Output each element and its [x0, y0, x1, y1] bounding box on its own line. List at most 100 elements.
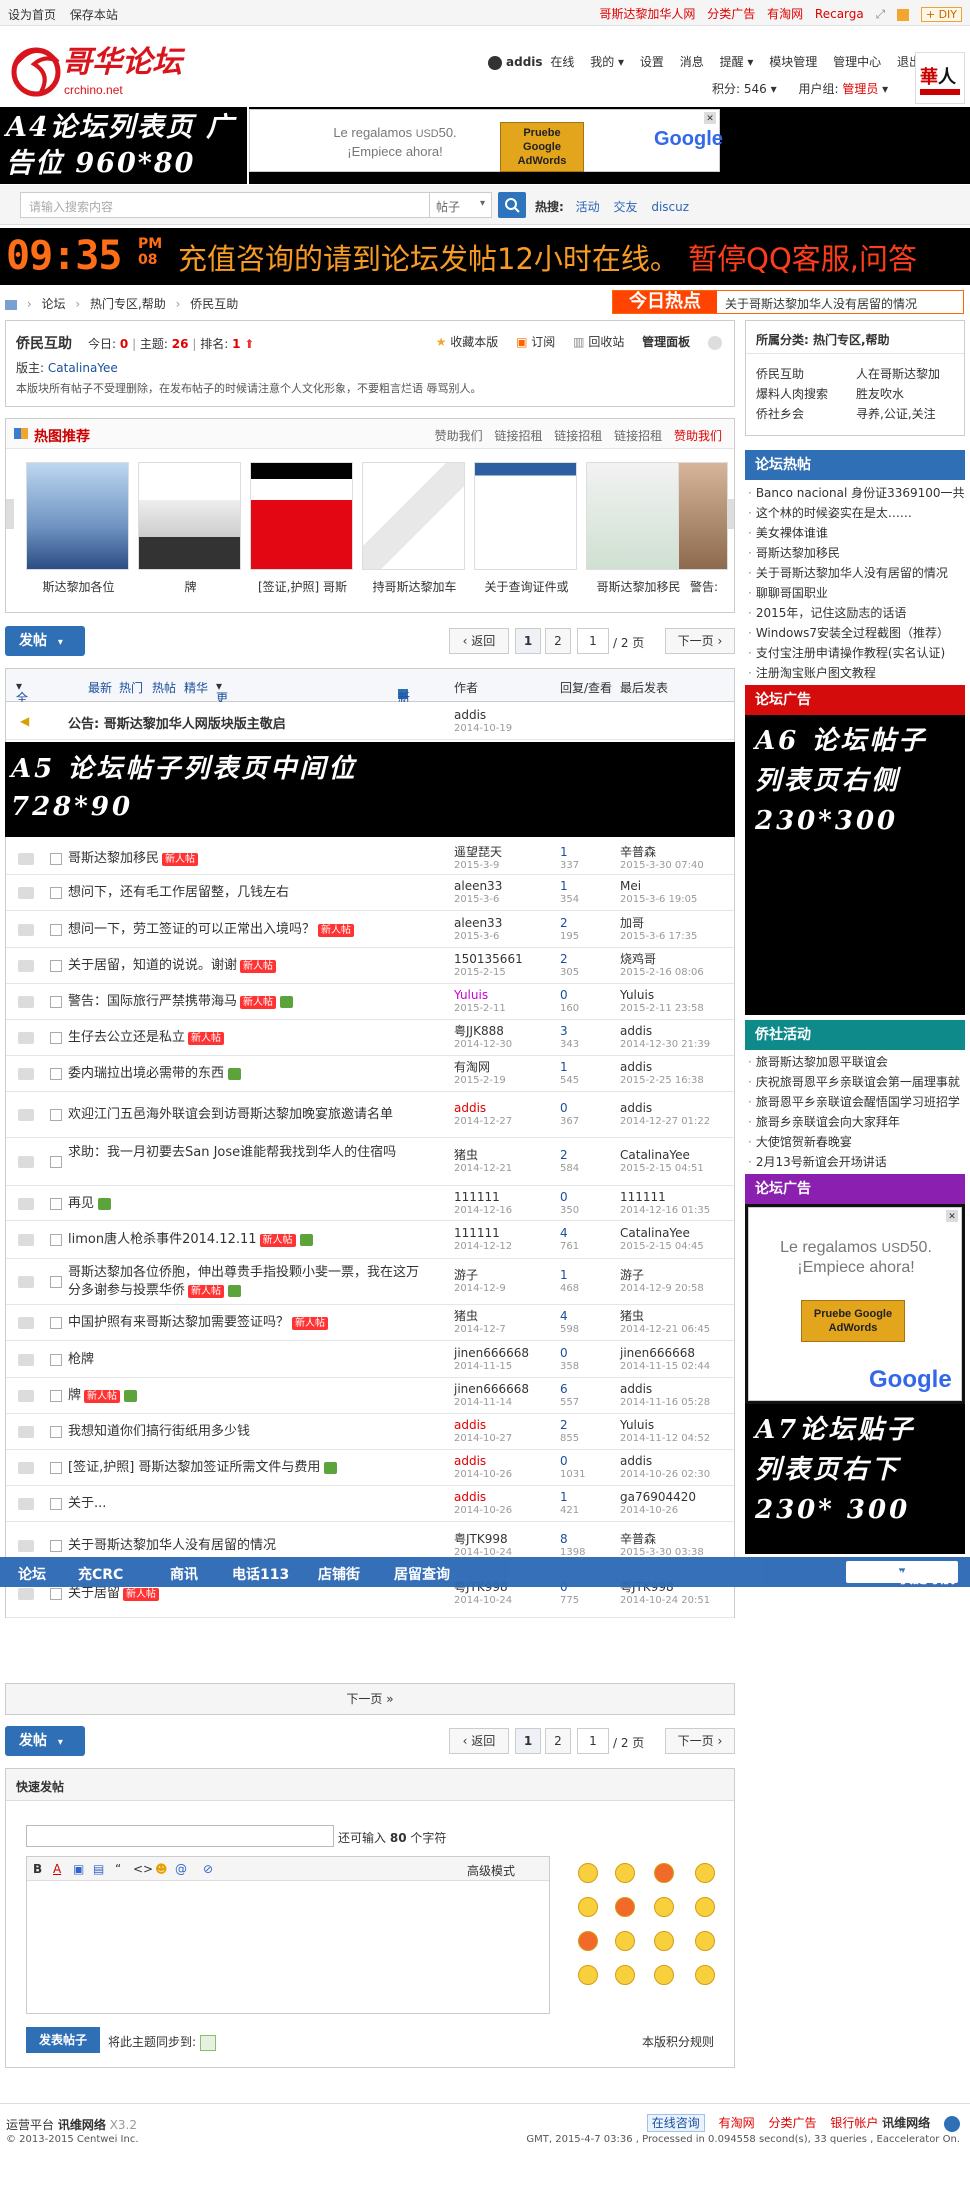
top-link-recarga[interactable]: Recarga — [815, 7, 864, 21]
thread-author[interactable]: addis 2014-10-26 — [454, 1490, 512, 1518]
widget-icon[interactable] — [897, 8, 910, 21]
thread-checkbox[interactable] — [50, 1317, 62, 1329]
thread-checkbox[interactable] — [50, 1462, 62, 1474]
a5-ad[interactable]: A5 论坛帖子列表页中间位 728*90 — [5, 742, 735, 837]
thread-title[interactable]: 想问下，还有毛工作居留整，几钱左右 — [68, 885, 289, 900]
thread-title[interactable]: 枪牌 — [68, 1352, 94, 1367]
thread-row[interactable]: 求助：我一月初要去San Jose谁能帮我找到华人的住宿吗 猪虫 2014-12-2… — [6, 1138, 734, 1186]
thread-author[interactable]: 粤JTK998 2014-10-24 — [454, 1532, 512, 1560]
google-ad-side[interactable]: Le regalamos USD50. ¡Empiece ahora! Prueb… — [745, 1204, 965, 1404]
thread-row[interactable]: 我想知道你们搞行街纸用多少钱 addis 2014-10-27 2 855 Yuluis 2… — [6, 1414, 734, 1450]
thread-last-post[interactable]: 辛普森 2015-3-30 03:38 — [620, 1532, 704, 1560]
thread-last-post[interactable]: jinen666668 2014-11-15 02:44 — [620, 1346, 710, 1374]
thread-author[interactable]: jinen666668 2014-11-15 — [454, 1346, 529, 1374]
thread-last-post[interactable]: Yuluis 2014-11-12 04:52 — [620, 1418, 710, 1446]
thread-author[interactable]: 遥望琵天 2015-3-9 — [454, 845, 502, 873]
community-event-item[interactable]: 旅哥恩平乡亲联谊会醒悟国学习班招学 — [748, 1092, 964, 1112]
attachment-icon[interactable]: ▤ — [93, 1862, 104, 1876]
user-link-admin[interactable]: 管理中心 — [833, 55, 881, 69]
announcement-row[interactable]: ◀ 公告: 哥斯达黎加华人网版块版主敬启 addis 2014-10-19 — [6, 702, 734, 740]
thread-author[interactable]: Yuluis 2015-2-11 — [454, 988, 506, 1016]
top-link-youtao[interactable]: 有淘网 — [767, 7, 803, 21]
thread-author[interactable]: addis 2014-12-27 — [454, 1101, 512, 1129]
smiley-icon[interactable] — [578, 1965, 598, 1985]
smiley-icon[interactable]: ☻ — [155, 1862, 168, 1876]
code-icon[interactable]: <> — [133, 1862, 153, 1876]
hot-search-item[interactable]: discuz — [651, 200, 689, 214]
thread-checkbox[interactable] — [50, 853, 62, 865]
smiley-icon[interactable] — [615, 1897, 635, 1917]
thread-reply-count[interactable]: 0 358 — [560, 1346, 579, 1374]
thread-checkbox[interactable] — [50, 1354, 62, 1366]
thread-author[interactable]: 111111 2014-12-12 — [454, 1226, 512, 1254]
thread-checkbox[interactable] — [50, 1032, 62, 1044]
smiley-icon[interactable] — [695, 1931, 715, 1951]
thread-reply-count[interactable]: 6 557 — [560, 1382, 579, 1410]
footer-link[interactable]: 分类广告 — [768, 2116, 816, 2130]
google-ad-top[interactable]: Le regalamos USD50. ¡Empiece ahora! Prueb… — [249, 109, 723, 172]
thread-title[interactable]: limon唐人枪杀事件2014.12.11 — [68, 1232, 257, 1247]
nav-shops[interactable]: 店铺街 — [318, 1564, 360, 1584]
close-icon[interactable]: ✕ — [946, 1210, 958, 1222]
community-event-item[interactable]: 大使馆贺新春晚宴 — [748, 1132, 964, 1152]
hot-picture[interactable]: [签证,护照] 哥斯 — [250, 462, 353, 594]
thread-title[interactable]: 关于居留 — [68, 1586, 120, 1601]
thread-title[interactable]: [签证,护照] 哥斯达黎加签证所需文件与费用 — [68, 1460, 320, 1475]
sync-weibo-icon[interactable] — [199, 2034, 216, 2051]
today-hot-text[interactable]: 关于哥斯达黎加华人没有居留的情况 — [725, 295, 917, 312]
category-item[interactable]: 侨民互助 — [756, 365, 804, 382]
next-page-bar[interactable]: 下一页 » — [5, 1683, 735, 1715]
thread-title[interactable]: 想问一下，劳工签证的可以正常出入境吗？ — [68, 922, 315, 937]
adwords-button[interactable]: Pruebe Google AdWords — [500, 122, 584, 172]
page-input[interactable]: 1 — [577, 628, 609, 654]
tab-more[interactable]: 更多 ▾ — [216, 679, 228, 722]
footer-link[interactable]: 讯维网络 — [882, 2116, 930, 2130]
nav-phone[interactable]: 电话113 — [232, 1564, 289, 1584]
thread-reply-count[interactable]: 4 598 — [560, 1309, 579, 1337]
thread-checkbox[interactable] — [50, 1588, 62, 1600]
points-rules-link[interactable]: 本版积分规则 — [642, 2033, 714, 2050]
footer-link[interactable]: 银行帐户 — [830, 2116, 878, 2130]
thread-reply-count[interactable]: 2 584 — [560, 1148, 579, 1176]
forum-hot-item[interactable]: 哥斯达黎加移民 — [748, 543, 964, 563]
thread-row[interactable]: 委内瑞拉出境必需带的东西 有淘网 2015-2-19 1 545 addis 2015-2-… — [6, 1056, 734, 1092]
thread-row[interactable]: 警告：国际旅行严禁携带海马 新人帖 Yuluis 2015-2-11 0 160 Yului… — [6, 984, 734, 1020]
hot-picture[interactable]: 关于查询证件或 — [474, 462, 577, 594]
community-event-item[interactable]: 庆祝旅哥恩平乡亲联谊会第一届理事就 — [748, 1072, 964, 1092]
thread-reply-count[interactable]: 0 160 — [560, 988, 579, 1016]
forum-hot-item[interactable]: 聊聊哥国职业 — [748, 583, 964, 603]
thread-last-post[interactable]: CatalinaYee 2015-2-15 04:45 — [620, 1226, 704, 1254]
category-item[interactable]: 寻养,公证,关注 — [856, 405, 936, 422]
thread-row[interactable]: 想问一下，劳工签证的可以正常出入境吗？ 新人帖 aleen33 2015-3-6 2 19… — [6, 911, 734, 948]
smiley-icon[interactable] — [695, 1965, 715, 1985]
forum-hot-item[interactable]: 这个林的时候姿实在是太…… — [748, 503, 964, 523]
new-post-button[interactable]: 发帖 ▾ — [5, 626, 85, 656]
link-rent[interactable]: 链接招租 — [554, 429, 602, 443]
smiley-icon[interactable] — [615, 1931, 635, 1951]
crumb-category[interactable]: 热门专区,帮助 — [90, 297, 166, 311]
side-logo[interactable]: 華人 — [915, 52, 965, 104]
thread-row[interactable]: 关于... addis 2014-10-26 1 421 ga76904420 2014-1… — [6, 1486, 734, 1522]
online-status[interactable]: 在线 — [550, 55, 574, 69]
hot-picture[interactable]: 斯达黎加各位 — [26, 462, 129, 594]
smiley-icon[interactable] — [654, 1863, 674, 1883]
thread-checkbox[interactable] — [50, 1198, 62, 1210]
new-post-button-bottom[interactable]: 发帖 ▾ — [5, 1726, 85, 1756]
font-color-icon[interactable]: A — [53, 1862, 61, 1876]
smiley-icon[interactable] — [695, 1863, 715, 1883]
page-2[interactable]: 2 — [545, 628, 571, 654]
thread-author[interactable]: jinen666668 2014-11-14 — [454, 1382, 529, 1410]
online-consult-button[interactable]: 在线咨询 — [646, 2114, 705, 2132]
prev-arrow-icon[interactable] — [6, 499, 14, 529]
thread-last-post[interactable]: Mei 2015-3-6 19:05 — [620, 879, 697, 907]
nav-forum[interactable]: 论坛 — [18, 1564, 46, 1584]
thread-title[interactable]: 哥斯达黎加移民 — [68, 851, 159, 866]
subject-input[interactable] — [26, 1825, 334, 1847]
search-button[interactable] — [498, 192, 526, 218]
subscribe-button[interactable]: ▣ 订阅 — [516, 335, 555, 349]
quick-nav-button[interactable]: 快捷导航 ▾ — [846, 1561, 958, 1587]
announcement-title[interactable]: 公告: 哥斯达黎加华人网版块版主敬启 — [68, 713, 286, 732]
sponsor-link[interactable]: 赞助我们 — [435, 429, 483, 443]
hot-picture[interactable]: 牌 — [138, 462, 241, 594]
message-editor[interactable]: B A ▣ ▤ “ <> ☻ @ ⊘ 高级模式 — [26, 1856, 550, 2014]
